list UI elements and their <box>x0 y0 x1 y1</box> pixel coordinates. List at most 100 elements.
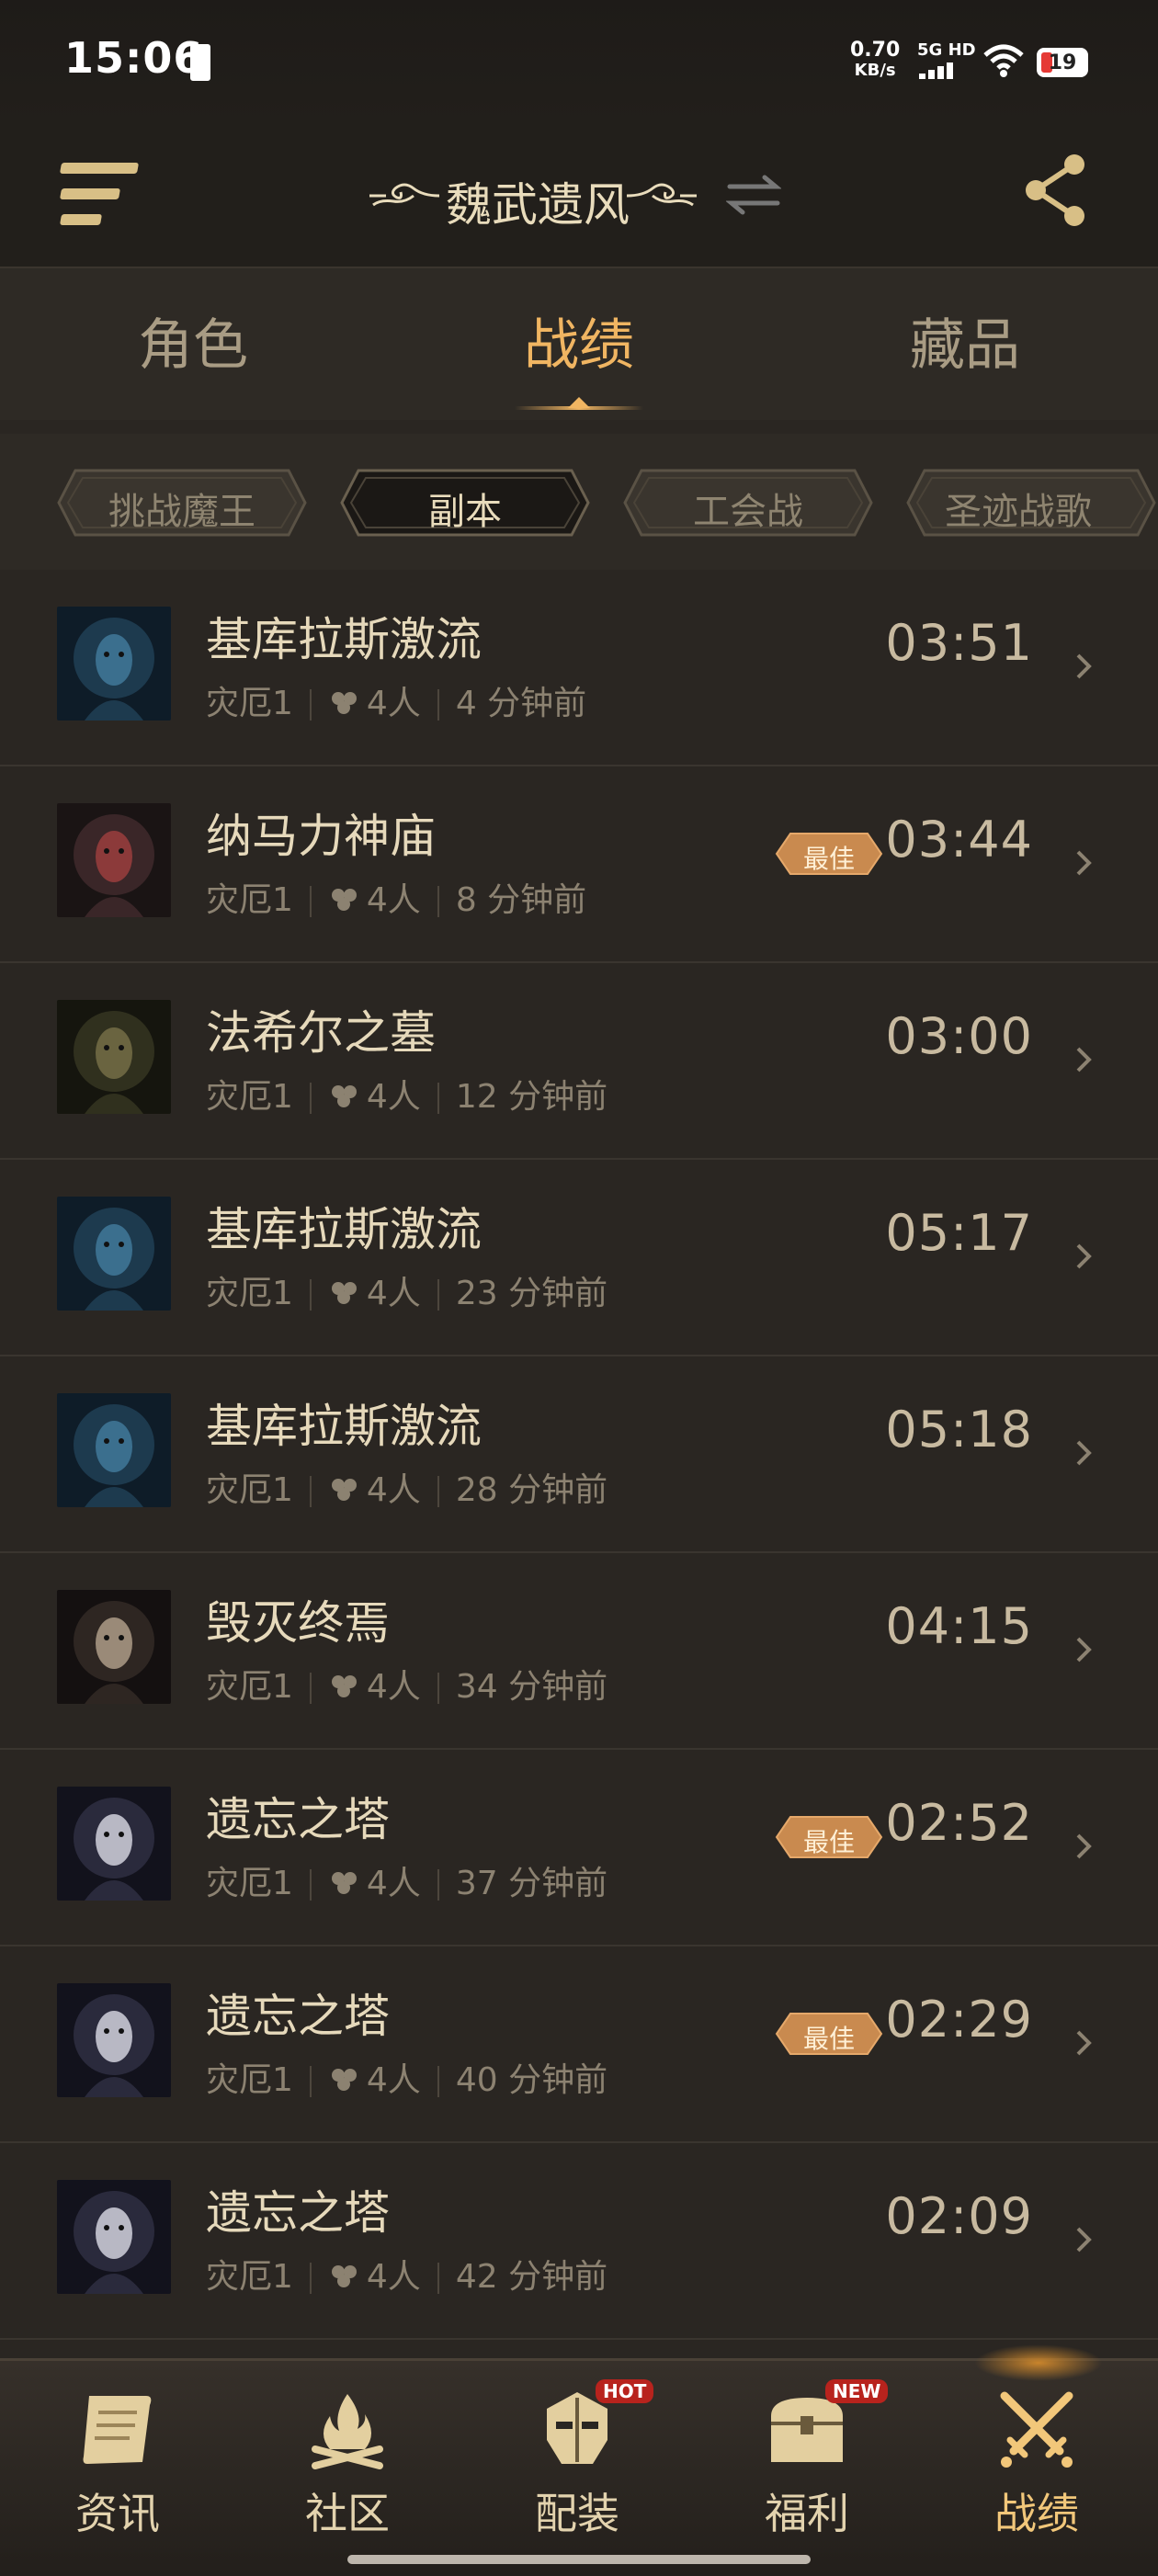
team-icon <box>331 889 357 911</box>
chevron-right-icon <box>1076 1833 1092 1859</box>
chip-challenge-boss[interactable]: 挑战魔王 <box>55 467 309 539</box>
record-meta: 灾厄1 4人 12 分钟前 <box>206 1070 607 1118</box>
record-row[interactable]: 遗忘之塔 灾厄1 4人 37 分钟前 最佳 02:52 <box>0 1750 1158 1946</box>
app-header: 魏武遗风 <box>0 124 1158 268</box>
network-type: 5G HD <box>917 40 976 60</box>
record-time-ago: 4 分钟前 <box>455 685 587 722</box>
dungeon-boss-avatar <box>57 803 171 917</box>
signal-icon <box>919 61 965 79</box>
record-time-ago: 23 分钟前 <box>455 1275 608 1312</box>
storage-icon <box>190 44 210 81</box>
record-name: 法希尔之墓 <box>206 1006 436 1060</box>
record-name: 基库拉斯激流 <box>206 1400 482 1453</box>
record-row[interactable]: 遗忘之塔 灾厄1 4人 42 分钟前 02:09 <box>0 2143 1158 2340</box>
record-row[interactable]: 基库拉斯激流 灾厄1 4人 23 分钟前 05:17 <box>0 1160 1158 1356</box>
tab-character[interactable]: 角色 <box>55 301 331 380</box>
divider <box>309 1869 312 1901</box>
share-icon[interactable] <box>1023 153 1087 227</box>
nav-records[interactable]: 战绩 <box>954 2389 1119 2554</box>
chevron-right-icon <box>1076 1047 1092 1072</box>
filter-chips: 挑战魔王 副本 工会战 圣迹战歌 <box>0 434 1158 570</box>
title-text: 魏武遗风 <box>446 178 630 232</box>
record-name: 遗忘之塔 <box>206 1793 390 1846</box>
dungeon-boss-avatar <box>57 1590 171 1704</box>
chevron-right-icon <box>1076 1243 1092 1269</box>
record-row[interactable]: 法希尔之墓 灾厄1 4人 12 分钟前 03:00 <box>0 963 1158 1160</box>
dungeon-boss-avatar <box>57 2180 171 2294</box>
record-row[interactable]: 毁灭终焉 灾厄1 4人 34 分钟前 04:15 <box>0 1553 1158 1750</box>
battery-icon: 19 <box>1037 48 1088 77</box>
record-list: 基库拉斯激流 灾厄1 4人 4 分钟前 03:51 纳马力神庙 灾厄1 4人 8 分钟前 最佳 03… <box>0 570 1158 2340</box>
dungeon-boss-avatar <box>57 1000 171 1114</box>
record-time-ago: 8 分钟前 <box>455 881 587 919</box>
clear-time: 03:44 <box>885 811 1033 868</box>
dungeon-boss-avatar <box>57 1983 171 2097</box>
divider <box>309 1476 312 1507</box>
record-difficulty: 灾厄1 <box>206 685 293 722</box>
record-name: 遗忘之塔 <box>206 1990 390 2043</box>
divider <box>437 1083 439 1114</box>
record-time-ago: 42 分钟前 <box>455 2258 608 2296</box>
chip-dungeon[interactable]: 副本 <box>338 467 592 539</box>
swap-icon[interactable] <box>726 172 781 218</box>
record-players: 4人 <box>366 2258 421 2296</box>
record-name: 毁灭终焉 <box>206 1596 390 1650</box>
record-time-ago: 12 分钟前 <box>455 1078 608 1116</box>
team-icon <box>331 2069 357 2091</box>
chevron-right-icon <box>1076 850 1092 876</box>
team-icon <box>331 2265 357 2287</box>
record-players: 4人 <box>366 1668 421 1706</box>
team-icon <box>331 1282 357 1304</box>
record-players: 4人 <box>366 1275 421 1312</box>
divider <box>309 1083 312 1114</box>
menu-icon[interactable] <box>59 161 140 229</box>
record-difficulty: 灾厄1 <box>206 1668 293 1706</box>
record-meta: 灾厄1 4人 28 分钟前 <box>206 1463 607 1511</box>
record-meta: 灾厄1 4人 4 分钟前 <box>206 676 586 724</box>
record-players: 4人 <box>366 685 421 722</box>
character-title[interactable]: 魏武遗风 <box>368 159 698 233</box>
main-tabs: 角色 战绩 藏品 <box>0 268 1158 420</box>
divider <box>309 689 312 721</box>
record-difficulty: 灾厄1 <box>206 1471 293 1509</box>
record-row[interactable]: 基库拉斯激流灾厄1 4人 28 分钟前 05:18 <box>0 1356 1158 1553</box>
battery-level: 19 <box>1048 51 1077 74</box>
record-meta: 灾厄1 4人 40 分钟前 <box>206 2053 607 2101</box>
record-name: 纳马力神庙 <box>206 810 436 863</box>
team-icon <box>331 1085 357 1107</box>
record-row[interactable]: 纳马力神庙 灾厄1 4人 8 分钟前 最佳 03:44 <box>0 766 1158 963</box>
clear-time: 02:52 <box>885 1794 1033 1852</box>
chip-guild-war[interactable]: 工会战 <box>621 467 875 539</box>
clear-time: 02:29 <box>885 1991 1033 2048</box>
team-icon <box>331 1675 357 1697</box>
active-glow <box>974 2344 1103 2381</box>
divider <box>309 886 312 917</box>
record-name: 基库拉斯激流 <box>206 1203 482 1256</box>
best-badge: 最佳 <box>774 831 884 877</box>
chip-holy-war-song[interactable]: 圣迹战歌 <box>904 467 1158 539</box>
record-row[interactable]: 遗忘之塔 灾厄1 4人 40 分钟前 最佳 02:29 <box>0 1946 1158 2143</box>
nav-news[interactable]: 资讯 <box>35 2389 200 2554</box>
record-name: 基库拉斯激流 <box>206 613 482 666</box>
divider <box>437 886 439 917</box>
nav-loadout[interactable]: HOT 配装 <box>494 2379 660 2554</box>
scroll-icon <box>83 2396 152 2464</box>
wifi-icon <box>983 44 1024 77</box>
campfire-icon <box>312 2394 383 2469</box>
dungeon-boss-avatar <box>57 607 171 721</box>
hot-tag: HOT <box>596 2379 654 2403</box>
nav-community[interactable]: 社区 <box>265 2389 430 2554</box>
clear-time: 05:18 <box>885 1401 1033 1458</box>
divider <box>309 2066 312 2097</box>
chevron-right-icon <box>1076 1637 1092 1662</box>
divider <box>437 1869 439 1901</box>
record-time-ago: 40 分钟前 <box>455 2061 608 2099</box>
nav-welfare[interactable]: NEW 福利 <box>724 2379 890 2554</box>
tab-collection[interactable]: 藏品 <box>827 301 1103 380</box>
tab-records[interactable]: 战绩 <box>441 301 717 380</box>
home-indicator[interactable] <box>347 2555 811 2564</box>
record-row[interactable]: 基库拉斯激流 灾厄1 4人 4 分钟前 03:51 <box>0 570 1158 766</box>
chevron-right-icon <box>1076 653 1092 679</box>
chevron-right-icon <box>1076 2030 1092 2056</box>
bottom-nav: 资讯 社区 HOT 配装 NEW 福利 战绩 <box>0 2344 1158 2576</box>
